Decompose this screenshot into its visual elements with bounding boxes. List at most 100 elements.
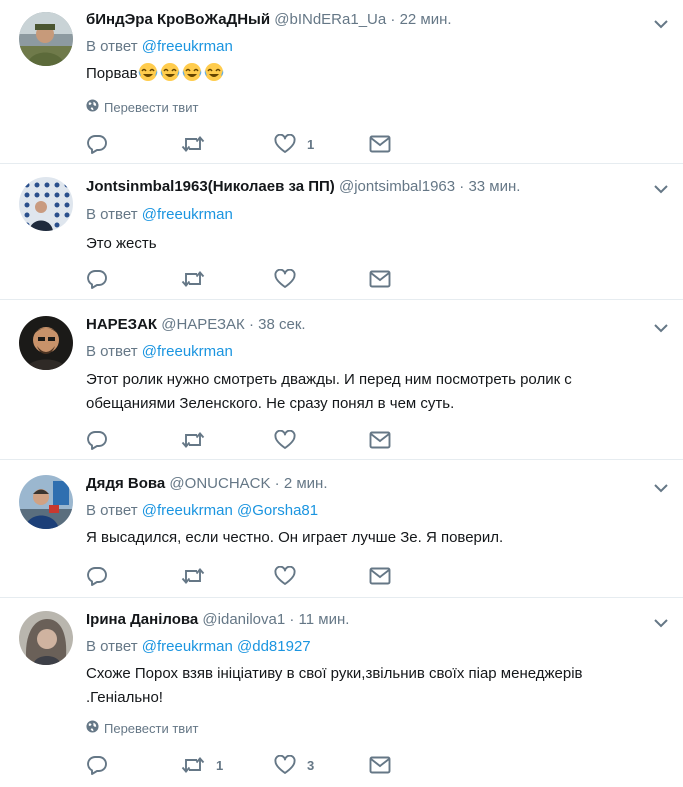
tweet-1[interactable]: бИндЭра КроВоЖаДНый @bINdERa1_Ua · 22 ми… — [0, 0, 683, 164]
like-button[interactable] — [274, 267, 307, 291]
user-handle[interactable]: @jontsimbal1963 — [339, 178, 455, 195]
direct-message-button[interactable] — [369, 132, 391, 156]
reply-button[interactable] — [86, 132, 119, 156]
heart-icon — [274, 566, 296, 586]
more-options-icon[interactable] — [653, 481, 669, 493]
tweet-4[interactable]: Дядя Вова @ONUCHACK · 2 мин. В ответ @fr… — [0, 460, 683, 598]
retweet-button[interactable] — [181, 132, 216, 156]
face-with-tears-of-joy-icon — [182, 62, 202, 90]
like-count: 3 — [307, 757, 315, 773]
reply-prefix: В ответ — [86, 206, 138, 223]
reply-icon — [86, 755, 108, 775]
retweet-button[interactable]: 1 — [181, 753, 223, 777]
globe-icon — [86, 720, 99, 737]
mention-link[interactable]: @freeukrman — [142, 638, 233, 655]
tweet-time[interactable]: 38 сек. — [258, 316, 305, 333]
more-options-icon[interactable] — [653, 321, 669, 333]
retweet-button[interactable] — [181, 267, 216, 291]
reply-prefix: В ответ — [86, 38, 138, 55]
tweet-time[interactable]: 11 мин. — [299, 611, 350, 628]
more-options-icon[interactable] — [653, 17, 669, 29]
like-button[interactable] — [274, 564, 307, 588]
retweet-count: 1 — [216, 757, 224, 773]
envelope-icon — [369, 135, 391, 153]
user-fullname[interactable]: Дядя Вова — [86, 475, 165, 492]
user-handle[interactable]: @bINdERa1_Ua — [274, 11, 386, 28]
direct-message-button[interactable] — [369, 564, 391, 588]
face-with-tears-of-joy-icon — [138, 62, 158, 90]
reply-icon — [86, 430, 108, 450]
tweet-5[interactable]: Ірина Данілова @idanilova1 · 11 мин. В о… — [0, 598, 683, 787]
retweet-button[interactable] — [181, 428, 216, 452]
heart-icon — [274, 269, 296, 289]
avatar[interactable] — [19, 475, 73, 529]
tweet-header: Дядя Вова @ONUCHACK · 2 мин. — [86, 474, 328, 494]
mention-link[interactable]: @Gorsha81 — [237, 502, 318, 519]
heart-icon — [274, 430, 296, 450]
direct-message-button[interactable] — [369, 753, 391, 777]
tweet-2[interactable]: Jontsinmbal1963(Николаев за ПП) @jontsim… — [0, 164, 683, 300]
mention-link[interactable]: @freeukrman — [142, 38, 233, 55]
separator-dot: · — [459, 178, 465, 195]
tweet-header: Jontsinmbal1963(Николаев за ПП) @jontsim… — [86, 177, 520, 197]
separator-dot: · — [390, 11, 396, 28]
mention-link[interactable]: @dd81927 — [237, 638, 311, 655]
face-with-tears-of-joy-icon — [204, 62, 224, 90]
user-handle[interactable]: @idanilova1 — [202, 611, 285, 628]
tweet-text-content: Схоже Порох взяв ініціативу в свої руки,… — [86, 665, 583, 706]
translate-label: Перевести твит — [104, 720, 199, 736]
avatar[interactable] — [19, 611, 73, 665]
user-handle[interactable]: @ONUCHACK — [169, 475, 270, 492]
tweet-time[interactable]: 2 мин. — [284, 475, 328, 492]
envelope-icon — [369, 756, 391, 774]
user-handle[interactable]: @НАРЕЗАК — [161, 316, 245, 333]
avatar[interactable] — [19, 316, 73, 370]
reply-context: В ответ @freeukrman — [86, 342, 233, 362]
avatar[interactable] — [19, 12, 73, 66]
translate-tweet-link[interactable]: Перевести твит — [86, 720, 198, 737]
user-fullname[interactable]: НАРЕЗАК — [86, 316, 157, 333]
like-button[interactable]: 1 — [274, 132, 314, 156]
user-fullname[interactable]: Ірина Данілова — [86, 611, 198, 628]
reply-context: В ответ @freeukrman — [86, 37, 233, 57]
separator-dot: · — [248, 316, 254, 333]
translate-label: Перевести твит — [104, 99, 199, 115]
like-button[interactable] — [274, 428, 307, 452]
reply-context: В ответ @freeukrman @dd81927 — [86, 637, 311, 657]
retweet-icon — [181, 755, 205, 775]
like-button[interactable]: 3 — [274, 753, 314, 777]
retweet-button[interactable] — [181, 564, 216, 588]
tweet-text-content: Это жесть — [86, 235, 157, 252]
avatar[interactable] — [19, 177, 73, 231]
mention-link[interactable]: @freeukrman — [142, 502, 233, 519]
reply-icon — [86, 269, 108, 289]
retweet-icon — [181, 269, 205, 289]
like-count: 1 — [307, 136, 315, 152]
heart-icon — [274, 134, 296, 154]
direct-message-button[interactable] — [369, 267, 391, 291]
reply-button[interactable] — [86, 753, 119, 777]
more-options-icon[interactable] — [653, 182, 669, 194]
reply-button[interactable] — [86, 428, 119, 452]
retweet-icon — [181, 430, 205, 450]
mention-link[interactable]: @freeukrman — [142, 206, 233, 223]
direct-message-button[interactable] — [369, 428, 391, 452]
retweet-icon — [181, 134, 205, 154]
tweet-header: Ірина Данілова @idanilova1 · 11 мин. — [86, 610, 349, 630]
tweet-text-content: Порвав — [86, 65, 138, 82]
reply-prefix: В ответ — [86, 343, 138, 360]
tweet-time[interactable]: 33 мин. — [468, 178, 520, 195]
more-options-icon[interactable] — [653, 616, 669, 628]
mention-link[interactable]: @freeukrman — [142, 343, 233, 360]
tweet-time[interactable]: 22 мин. — [400, 11, 452, 28]
tweet-text-content: Я высадился, если честно. Он играет лучш… — [86, 529, 504, 546]
retweet-icon — [181, 566, 205, 586]
user-fullname[interactable]: Jontsinmbal1963(Николаев за ПП) — [86, 178, 335, 195]
reply-button[interactable] — [86, 267, 119, 291]
user-fullname[interactable]: бИндЭра КроВоЖаДНый — [86, 11, 270, 28]
tweet-text-content: Этот ролик нужно смотреть дважды. И пере… — [86, 371, 572, 412]
translate-tweet-link[interactable]: Перевести твит — [86, 99, 198, 116]
tweet-3[interactable]: НАРЕЗАК @НАРЕЗАК · 38 сек. В ответ @free… — [0, 300, 683, 460]
reply-button[interactable] — [86, 564, 119, 588]
tweet-text: Это жесть — [86, 232, 646, 256]
